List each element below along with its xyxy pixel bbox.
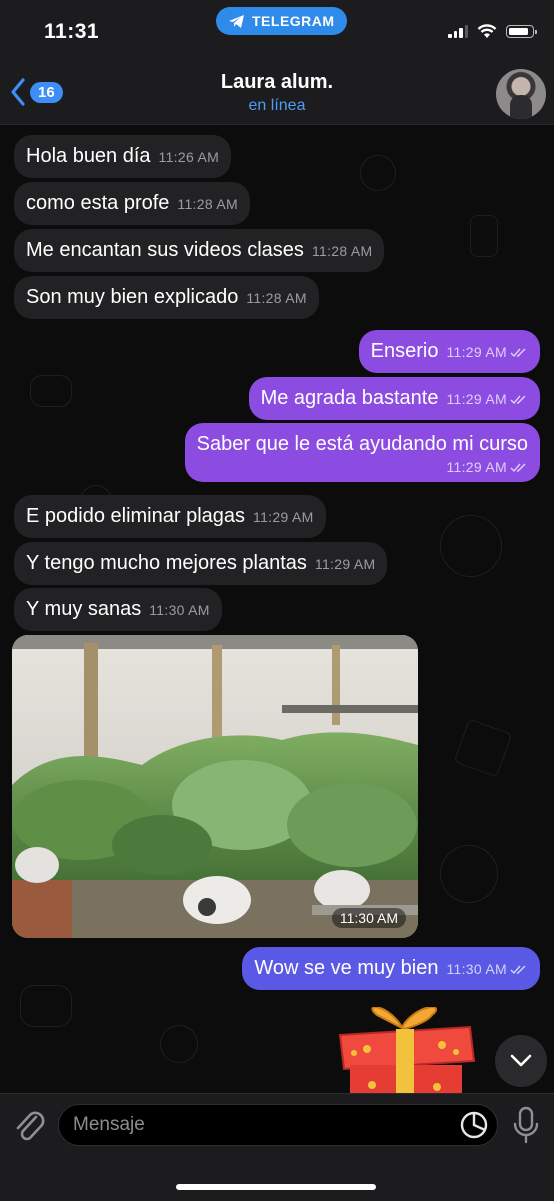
message-placeholder: Mensaje <box>73 1114 145 1135</box>
message-text: Saber que le está ayudando mi curso <box>196 433 528 455</box>
chat-title[interactable]: Laura alum. <box>0 71 554 94</box>
message-bubble-outgoing[interactable]: Wow se ve muy bien 11:30 AM <box>242 947 540 990</box>
message-bubble-outgoing[interactable]: Saber que le está ayudando mi curso 11:2… <box>184 423 540 482</box>
message-text: Wow se ve muy bien <box>254 957 439 979</box>
chevron-down-icon <box>510 1054 532 1067</box>
message-bubble-incoming[interactable]: Me encantan sus videos clases 11:28 AM <box>14 229 385 272</box>
double-check-icon <box>510 965 526 975</box>
message-input[interactable]: Mensaje <box>58 1104 498 1146</box>
message-time: 11:28 AM <box>177 196 238 212</box>
message-text: Y muy sanas <box>26 598 142 620</box>
message-text: Enserio <box>370 340 439 362</box>
message-bubble-incoming[interactable]: Y tengo mucho mejores plantas 11:29 AM <box>14 542 388 585</box>
message-bubble-incoming[interactable]: E podido eliminar plagas 11:29 AM <box>14 495 326 538</box>
sticker-icon[interactable] <box>459 1110 489 1140</box>
double-check-icon <box>510 395 526 405</box>
message-bubble-incoming[interactable]: como esta profe 11:28 AM <box>14 182 250 225</box>
wallpaper-doodle <box>470 215 498 257</box>
message-time: 11:29 AM <box>253 509 314 525</box>
photo-time: 11:30 AM <box>331 908 406 928</box>
message-bubble-outgoing[interactable]: Enserio 11:29 AM <box>358 330 540 373</box>
wallpaper-doodle <box>20 985 72 1027</box>
chat-status: en línea <box>248 97 306 114</box>
wifi-icon <box>477 24 497 38</box>
message-time: 11:30 AM <box>149 602 210 618</box>
message-time: 11:29 AM <box>446 391 507 407</box>
message-time: 11:29 AM <box>446 459 507 475</box>
message-text: Son muy bien explicado <box>26 286 239 308</box>
microphone-icon[interactable] <box>510 1106 542 1144</box>
double-check-icon <box>510 348 526 358</box>
scroll-to-bottom-button[interactable] <box>495 1035 547 1087</box>
message-time: 11:28 AM <box>246 290 307 306</box>
gift-sticker-icon[interactable] <box>332 1007 478 1093</box>
message-text: Hola buen día <box>26 145 151 167</box>
message-time: 11:29 AM <box>446 344 507 360</box>
message-time: 11:26 AM <box>158 149 220 165</box>
message-text: como esta profe <box>26 192 170 214</box>
chat-header: 16 Laura alum. en línea <box>0 66 554 125</box>
wallpaper-doodle <box>440 845 498 903</box>
message-time: 11:30 AM <box>446 961 507 977</box>
telegram-return-pill[interactable]: TELEGRAM <box>216 7 347 35</box>
message-text: Me encantan sus videos clases <box>26 239 304 261</box>
wallpaper-doodle <box>453 718 513 778</box>
message-bubble-outgoing[interactable]: Me agrada bastante 11:29 AM <box>248 377 540 420</box>
wallpaper-doodle <box>160 1025 198 1063</box>
wallpaper-doodle <box>440 515 502 577</box>
telegram-icon <box>229 14 244 28</box>
battery-icon <box>506 25 537 38</box>
avatar[interactable] <box>496 69 546 119</box>
message-text: Me agrada bastante <box>260 387 439 409</box>
message-time: 11:29 AM <box>314 556 376 572</box>
signal-icon <box>448 25 468 38</box>
message-text: E podido eliminar plagas <box>26 505 246 527</box>
status-time: 11:31 <box>44 20 100 43</box>
message-time: 11:28 AM <box>311 243 373 259</box>
wallpaper-doodle <box>360 155 396 191</box>
paperclip-icon[interactable] <box>12 1107 46 1143</box>
wallpaper-doodle <box>30 375 72 407</box>
greenhouse-photo <box>12 635 418 938</box>
message-bubble-incoming[interactable]: Son muy bien explicado 11:28 AM <box>14 276 319 319</box>
home-indicator[interactable] <box>176 1184 376 1190</box>
message-bubble-incoming[interactable]: Hola buen día 11:26 AM <box>14 135 232 178</box>
chat-area[interactable]: Hola buen día 11:26 AM como esta profe 11:… <box>0 125 554 1093</box>
photo-message[interactable]: 11:30 AM <box>12 635 418 938</box>
message-bubble-incoming[interactable]: Y muy sanas 11:30 AM <box>14 588 222 631</box>
telegram-pill-label: TELEGRAM <box>252 13 335 29</box>
double-check-icon <box>510 463 526 473</box>
status-bar: 11:31 TELEGRAM <box>0 0 554 66</box>
message-text: Y tengo mucho mejores plantas <box>26 552 307 574</box>
